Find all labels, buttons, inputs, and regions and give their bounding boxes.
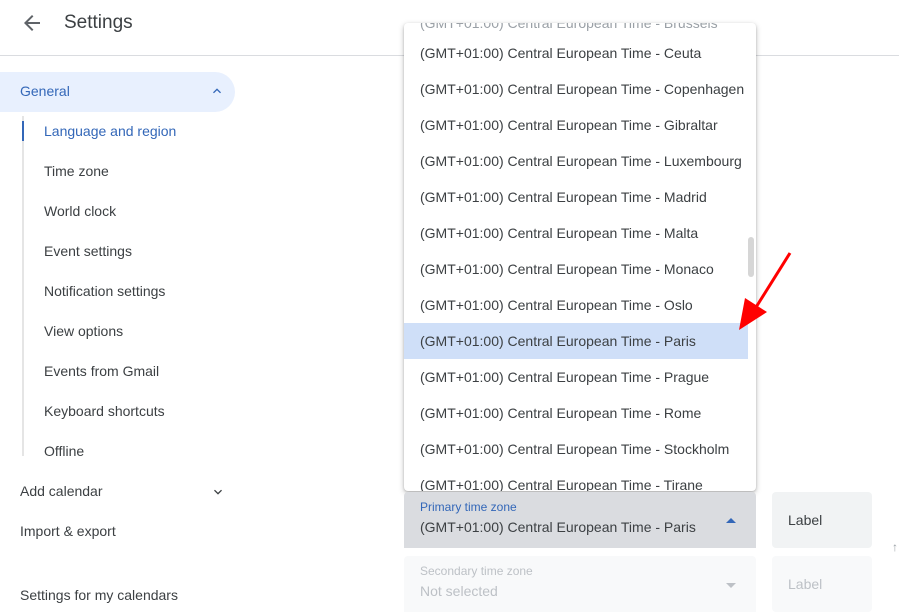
primary-time-zone-value: (GMT+01:00) Central European Time - Pari… — [420, 519, 696, 535]
secondary-time-zone-value: Not selected — [420, 583, 498, 599]
sidebar-item-events-from-gmail[interactable]: Events from Gmail — [44, 363, 159, 379]
dropdown-scrollbar[interactable] — [748, 237, 754, 277]
timezone-option[interactable]: (GMT+01:00) Central European Time - Rome — [404, 395, 748, 431]
timezone-dropdown-list[interactable]: (GMT+01:00) Central European Time - Brus… — [404, 23, 756, 491]
sidebar-item-time-zone[interactable]: Time zone — [44, 163, 109, 179]
timezone-option[interactable]: (GMT+01:00) Central European Time - Oslo — [404, 287, 748, 323]
timezone-option[interactable]: (GMT+01:00) Central European Time - Luxe… — [404, 143, 748, 179]
subnav-rail — [22, 116, 24, 456]
sidebar-item-offline[interactable]: Offline — [44, 443, 84, 459]
caret-down-icon — [726, 583, 736, 588]
timezone-option[interactable]: (GMT+01:00) Central European Time - Cope… — [404, 71, 748, 107]
sidebar-item-notification-settings[interactable]: Notification settings — [44, 283, 165, 299]
chevron-up-icon — [213, 88, 221, 94]
sidebar-item-view-options[interactable]: View options — [44, 323, 123, 339]
sidebar-item-general[interactable]: General — [0, 72, 235, 112]
timezone-option[interactable]: (GMT+01:00) Central European Time - Tira… — [404, 467, 748, 491]
primary-time-zone-select[interactable]: Primary time zone (GMT+01:00) Central Eu… — [404, 492, 756, 548]
secondary-time-zone-select[interactable]: Secondary time zone Not selected — [404, 556, 756, 612]
timezone-option[interactable]: (GMT+01:00) Central European Time - Prag… — [404, 359, 748, 395]
chevron-down-icon[interactable] — [210, 484, 226, 500]
sidebar-item-language-and-region[interactable]: Language and region — [44, 123, 176, 139]
swap-icon[interactable]: ↑ — [892, 540, 898, 554]
primary-time-zone-label: Primary time zone — [420, 500, 517, 514]
page-title: Settings — [64, 12, 133, 33]
sidebar: General Language and region Time zone Wo… — [0, 56, 250, 605]
section-heading-my-calendars: Settings for my calendars — [20, 587, 178, 603]
sidebar-item-add-calendar[interactable]: Add calendar — [20, 483, 103, 499]
active-indicator — [22, 121, 24, 141]
secondary-label-input[interactable]: Label — [772, 556, 872, 612]
timezone-option[interactable]: (GMT+01:00) Central European Time - Madr… — [404, 179, 748, 215]
timezone-option[interactable]: (GMT+01:00) Central European Time - Malt… — [404, 215, 748, 251]
timezone-option[interactable]: (GMT+01:00) Central European Time - Stoc… — [404, 431, 748, 467]
timezone-option-selected[interactable]: (GMT+01:00) Central European Time - Pari… — [404, 323, 748, 359]
secondary-time-zone-label: Secondary time zone — [420, 564, 533, 578]
timezone-option[interactable]: (GMT+01:00) Central European Time - Ceut… — [404, 35, 748, 71]
primary-label-input[interactable]: Label — [772, 492, 872, 548]
sidebar-item-event-settings[interactable]: Event settings — [44, 243, 132, 259]
arrow-back-icon[interactable] — [20, 11, 44, 35]
timezone-option[interactable]: (GMT+01:00) Central European Time - Gibr… — [404, 107, 748, 143]
sidebar-item-world-clock[interactable]: World clock — [44, 203, 116, 219]
sidebar-item-import-export[interactable]: Import & export — [20, 523, 116, 539]
sidebar-item-keyboard-shortcuts[interactable]: Keyboard shortcuts — [44, 403, 165, 419]
timezone-option[interactable]: (GMT+01:00) Central European Time - Mona… — [404, 251, 748, 287]
caret-up-icon — [726, 518, 736, 523]
sidebar-item-label: General — [20, 83, 70, 99]
